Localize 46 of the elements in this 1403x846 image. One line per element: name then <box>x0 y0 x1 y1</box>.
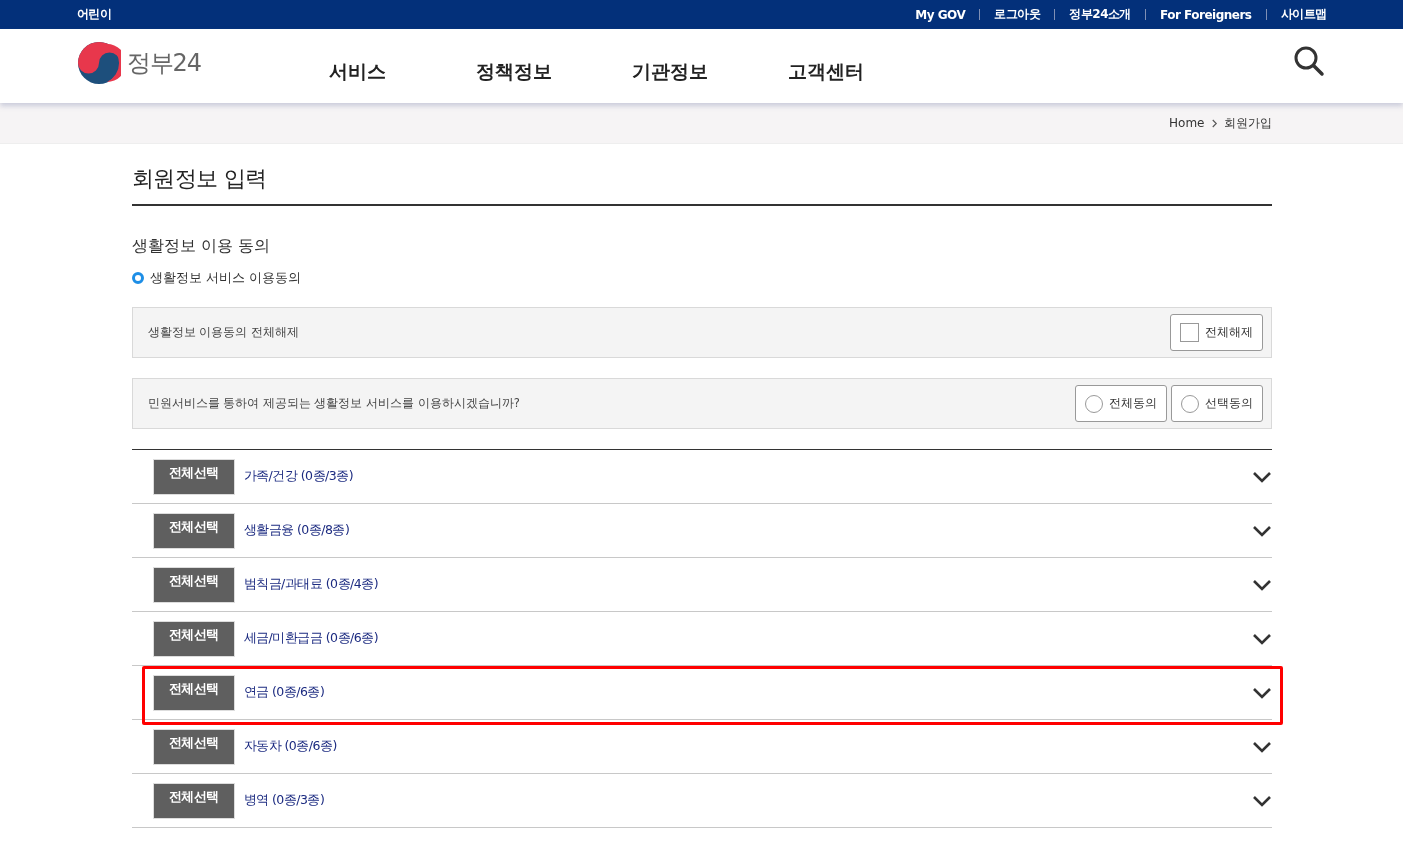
chevron-down-icon[interactable] <box>1251 578 1272 591</box>
consent-radio[interactable]: 전체동의 <box>1074 385 1167 422</box>
category-label[interactable]: 연금 (0종/6종) <box>243 684 325 701</box>
search-icon[interactable] <box>1292 45 1325 77</box>
select-all-button[interactable]: 전체선택 <box>152 674 235 711</box>
select-all-button[interactable]: 전체선택 <box>152 620 235 657</box>
chevron-down-icon[interactable] <box>1251 524 1272 537</box>
nav-menu-item[interactable]: 고객센터 <box>782 59 869 85</box>
consent-question: 민원서비스를 통하여 제공되는 생활정보 서비스를 이용하시겠습니까? <box>147 396 520 411</box>
select-all-button[interactable]: 전체선택 <box>152 458 235 495</box>
top-link[interactable]: For Foreigners <box>1160 7 1252 22</box>
category-label[interactable]: 자동차 (0종/6종) <box>243 738 337 755</box>
breadcrumb-link[interactable]: 회원가입 <box>1223 114 1272 132</box>
breadcrumb-link[interactable]: Home <box>1169 116 1205 130</box>
section-title: 생활정보 이용 동의 <box>131 236 271 257</box>
chevron-down-icon[interactable] <box>1251 470 1272 483</box>
subsection-title: 생활정보 서비스 이용동의 <box>149 269 301 287</box>
release-text: 생활정보 이용동의 전체해제 <box>147 325 299 340</box>
category-label[interactable]: 세금/미환급금 (0종/6종) <box>243 630 379 647</box>
page-title: 회원정보 입력 <box>131 164 1272 206</box>
chevron-down-icon[interactable] <box>1251 794 1272 807</box>
category-label[interactable]: 병역 (0종/3종) <box>243 792 325 809</box>
top-link[interactable]: 로그아웃 <box>994 6 1041 23</box>
top-link[interactable]: 사이트맵 <box>1280 6 1327 23</box>
select-all-button[interactable]: 전체선택 <box>152 728 235 765</box>
chevron-down-icon[interactable] <box>1251 686 1272 699</box>
select-all-button[interactable]: 전체선택 <box>152 566 235 603</box>
consent-radio[interactable]: 선택동의 <box>1170 385 1263 422</box>
category-label[interactable]: 생활금융 (0종/8종) <box>243 522 350 539</box>
top-link[interactable]: 정부24소개 <box>1069 6 1131 23</box>
select-all-button[interactable]: 전체선택 <box>152 512 235 549</box>
nav-menu-item[interactable]: 정책정보 <box>470 59 557 85</box>
bullet-icon <box>131 272 144 284</box>
category-label[interactable]: 가족/건강 (0종/3종) <box>243 468 354 485</box>
chevron-right-icon <box>1210 118 1218 128</box>
release-all-checkbox[interactable]: 전체해제 <box>1169 314 1263 351</box>
taegeuk-emblem-icon[interactable] <box>76 41 121 85</box>
select-all-button[interactable]: 전체선택 <box>152 782 235 819</box>
chevron-down-icon[interactable] <box>1251 740 1272 753</box>
nav-menu-item[interactable]: 기관정보 <box>626 59 713 85</box>
top-link[interactable]: My GOV <box>915 7 966 22</box>
chevron-down-icon[interactable] <box>1251 632 1272 645</box>
logo-text[interactable]: 정부24 <box>126 47 202 79</box>
kids-link[interactable]: 어린이 <box>76 6 111 23</box>
category-label[interactable]: 범칙금/과태료 (0종/4종) <box>243 576 379 593</box>
nav-menu-item[interactable]: 서비스 <box>314 59 401 85</box>
